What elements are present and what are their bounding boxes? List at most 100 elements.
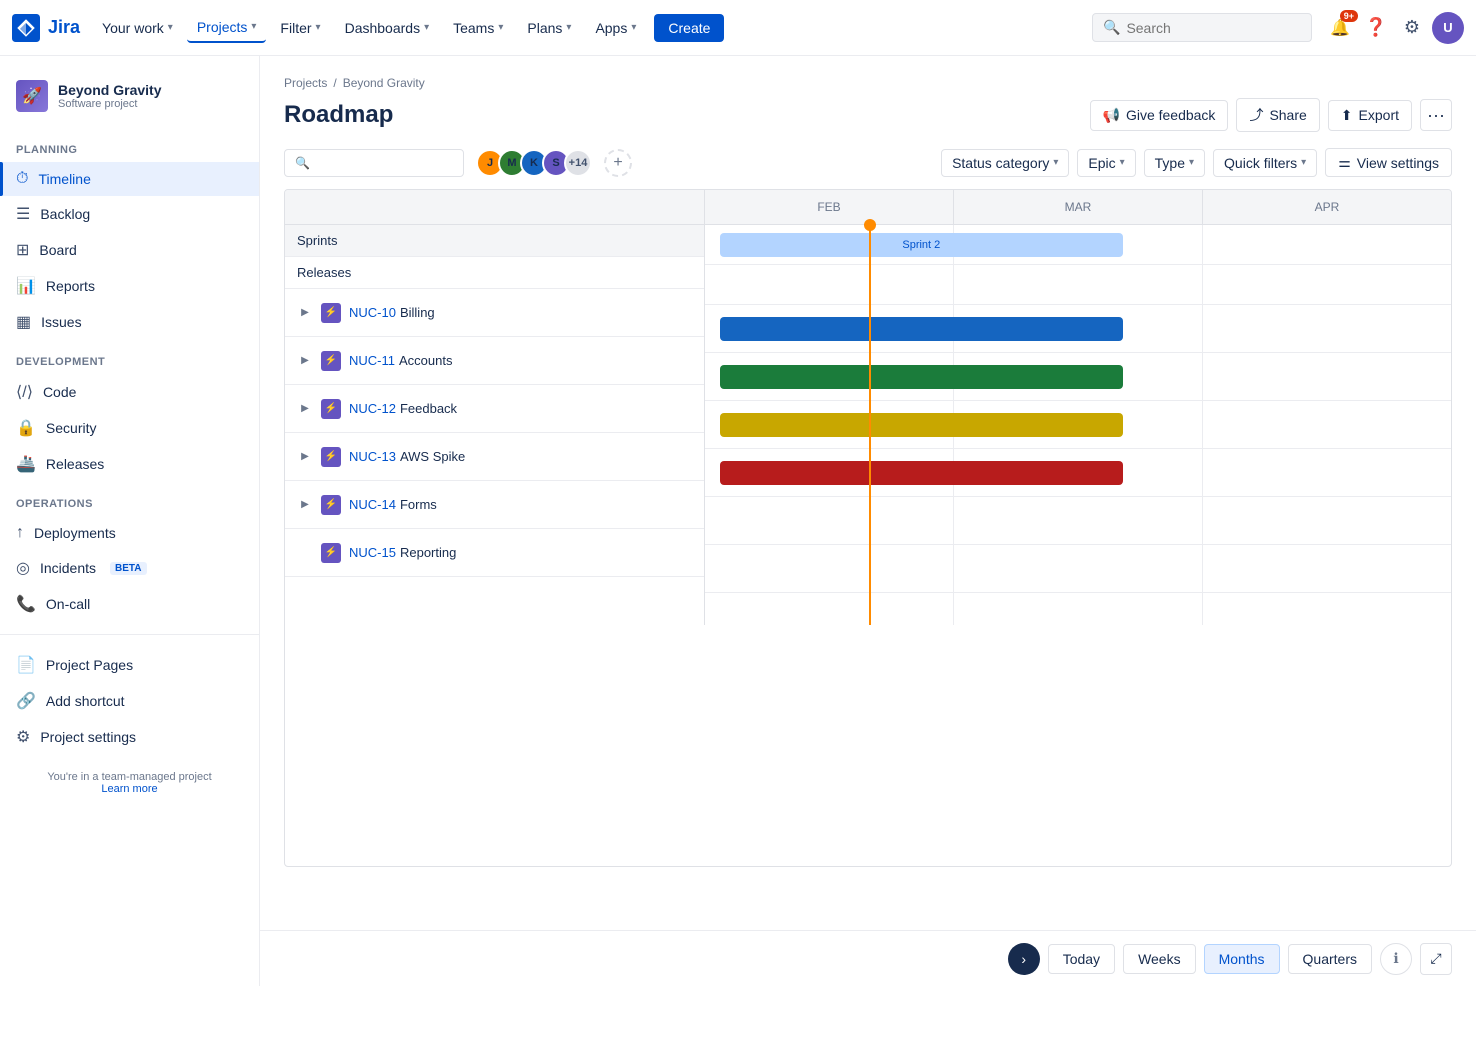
expand-icon[interactable]: ▶ (297, 497, 313, 513)
sidebar-item-board[interactable]: ⊞ Board (0, 232, 259, 268)
incidents-icon: ◎ (16, 558, 30, 578)
sprint-2-bar[interactable]: Sprint 2 (720, 233, 1123, 257)
gantt-row-aws-spike[interactable] (705, 449, 1451, 497)
sidebar-item-code[interactable]: ⟨/⟩ Code (0, 374, 259, 410)
breadcrumb-project[interactable]: Beyond Gravity (343, 76, 425, 90)
months-button[interactable]: Months (1204, 944, 1280, 974)
table-row[interactable]: ▶ ⚡ NUC-13 AWS Spike (285, 433, 704, 481)
status-category-filter[interactable]: Status category ▾ (941, 149, 1069, 177)
more-options-button[interactable]: ··· (1420, 99, 1452, 131)
sidebar-item-label: Timeline (38, 171, 90, 187)
table-row[interactable]: ▶ ⚡ NUC-11 Accounts (285, 337, 704, 385)
breadcrumb-projects[interactable]: Projects (284, 76, 327, 90)
expand-icon[interactable]: ▶ (297, 353, 313, 369)
megaphone-icon: 📢 (1103, 107, 1120, 124)
sidebar-item-deployments[interactable]: ↑ Deployments (0, 516, 259, 550)
sidebar-item-releases[interactable]: 🚢 Releases (0, 446, 259, 482)
issue-name: Billing (400, 305, 435, 320)
table-row[interactable]: ▶ ⚡ NUC-14 Forms (285, 481, 704, 529)
expand-button[interactable]: ⤢ (1420, 943, 1452, 975)
table-row[interactable]: ▶ ⚡ NUC-15 Reporting (285, 529, 704, 577)
nav-dashboards[interactable]: Dashboards ▾ (335, 14, 440, 42)
info-button[interactable]: ℹ (1380, 943, 1412, 975)
issue-key[interactable]: NUC-10 (349, 305, 396, 320)
nav-logo[interactable]: Jira (12, 14, 80, 42)
weeks-button[interactable]: Weeks (1123, 944, 1196, 974)
user-avatar[interactable]: U (1432, 12, 1464, 44)
quarters-button[interactable]: Quarters (1288, 944, 1372, 974)
today-button[interactable]: Today (1048, 944, 1115, 974)
notifications-button[interactable]: 🔔 9+ (1324, 12, 1356, 44)
nav-filter[interactable]: Filter ▾ (270, 14, 330, 42)
sidebar-footer-text: You're in a team-managed project (16, 771, 243, 783)
issue-key[interactable]: NUC-15 (349, 545, 396, 560)
sidebar-item-issues[interactable]: ▦ Issues (0, 304, 259, 340)
nav-teams[interactable]: Teams ▾ (443, 14, 513, 42)
gantt-bar-feedback[interactable] (720, 413, 1123, 437)
prev-button[interactable]: › (1008, 943, 1040, 975)
sidebar-footer: You're in a team-managed project Learn m… (0, 755, 259, 811)
gantt-row-accounts[interactable] (705, 353, 1451, 401)
issues-icon: ▦ (16, 312, 31, 332)
nav-plans[interactable]: Plans ▾ (517, 14, 581, 42)
issue-key[interactable]: NUC-12 (349, 401, 396, 416)
type-filter[interactable]: Type ▾ (1144, 149, 1205, 177)
gantt-bar-billing[interactable] (720, 317, 1123, 341)
settings-button[interactable]: ⚙ (1396, 12, 1428, 44)
reports-icon: 📊 (16, 276, 36, 296)
sidebar-footer-link[interactable]: Learn more (101, 783, 157, 795)
search-box[interactable]: 🔍 (1092, 13, 1312, 42)
chevron-icon: ▾ (424, 22, 429, 33)
sidebar-item-incidents[interactable]: ◎ Incidents BETA (0, 550, 259, 586)
gantt-bar-aws-spike[interactable] (720, 461, 1123, 485)
issue-name: AWS Spike (400, 449, 465, 464)
sidebar-item-timeline[interactable]: ⏱ Timeline (0, 162, 259, 196)
nav-apps[interactable]: Apps ▾ (585, 14, 646, 42)
epic-filter[interactable]: Epic ▾ (1077, 149, 1135, 177)
avatar-count[interactable]: +14 (564, 149, 592, 177)
jira-logo-icon (12, 14, 40, 42)
export-button[interactable]: ⬆ Export (1328, 100, 1412, 131)
sidebar-item-oncall[interactable]: 📞 On-call (0, 586, 259, 622)
gantt-row-reporting[interactable] (705, 545, 1451, 593)
issue-name: Forms (400, 497, 437, 512)
issue-search-input[interactable] (316, 155, 456, 171)
give-feedback-button[interactable]: 📢 Give feedback (1090, 100, 1229, 131)
expand-icon[interactable]: ▶ (297, 401, 313, 417)
gantt-row-billing[interactable] (705, 305, 1451, 353)
sidebar-item-project-settings[interactable]: ⚙ Project settings (0, 719, 259, 755)
sidebar: 🚀 Beyond Gravity Software project PLANNI… (0, 56, 260, 986)
page-title: Roadmap (284, 101, 393, 129)
jira-logo-text: Jira (48, 17, 80, 38)
create-button[interactable]: Create (654, 14, 724, 42)
sidebar-item-backlog[interactable]: ☰ Backlog (0, 196, 259, 232)
sidebar-item-project-pages[interactable]: 📄 Project Pages (0, 647, 259, 683)
issue-key[interactable]: NUC-14 (349, 497, 396, 512)
view-settings-label: View settings (1357, 155, 1439, 171)
sidebar-item-label: Add shortcut (46, 693, 125, 709)
table-row[interactable]: ▶ ⚡ NUC-12 Feedback (285, 385, 704, 433)
issue-search-box[interactable]: 🔍 (284, 149, 464, 177)
gantt-row-forms[interactable] (705, 497, 1451, 545)
nav-your-work[interactable]: Your work ▾ (92, 14, 183, 42)
gantt-row-feedback[interactable] (705, 401, 1451, 449)
project-settings-icon: ⚙ (16, 727, 30, 747)
expand-icon[interactable]: ▶ (297, 449, 313, 465)
issue-key[interactable]: NUC-13 (349, 449, 396, 464)
quick-filters[interactable]: Quick filters ▾ (1213, 149, 1317, 177)
sidebar-divider (0, 634, 259, 635)
issue-key[interactable]: NUC-11 (349, 353, 395, 368)
sidebar-item-security[interactable]: 🔒 Security (0, 410, 259, 446)
sidebar-item-reports[interactable]: 📊 Reports (0, 268, 259, 304)
gantt-bar-accounts[interactable] (720, 365, 1123, 389)
view-settings-button[interactable]: ⚌ View settings (1325, 148, 1452, 177)
table-row[interactable]: ▶ ⚡ NUC-10 Billing (285, 289, 704, 337)
sidebar-item-add-shortcut[interactable]: 🔗 Add shortcut (0, 683, 259, 719)
nav-projects[interactable]: Projects ▾ (187, 13, 267, 43)
help-button[interactable]: ❓ (1360, 12, 1392, 44)
add-avatar-button[interactable]: + (604, 149, 632, 177)
search-input[interactable] (1126, 20, 1286, 36)
expand-icon[interactable]: ▶ (297, 305, 313, 321)
chevron-icon: ▾ (168, 22, 173, 33)
share-button[interactable]: ⤴ Share (1236, 98, 1319, 132)
